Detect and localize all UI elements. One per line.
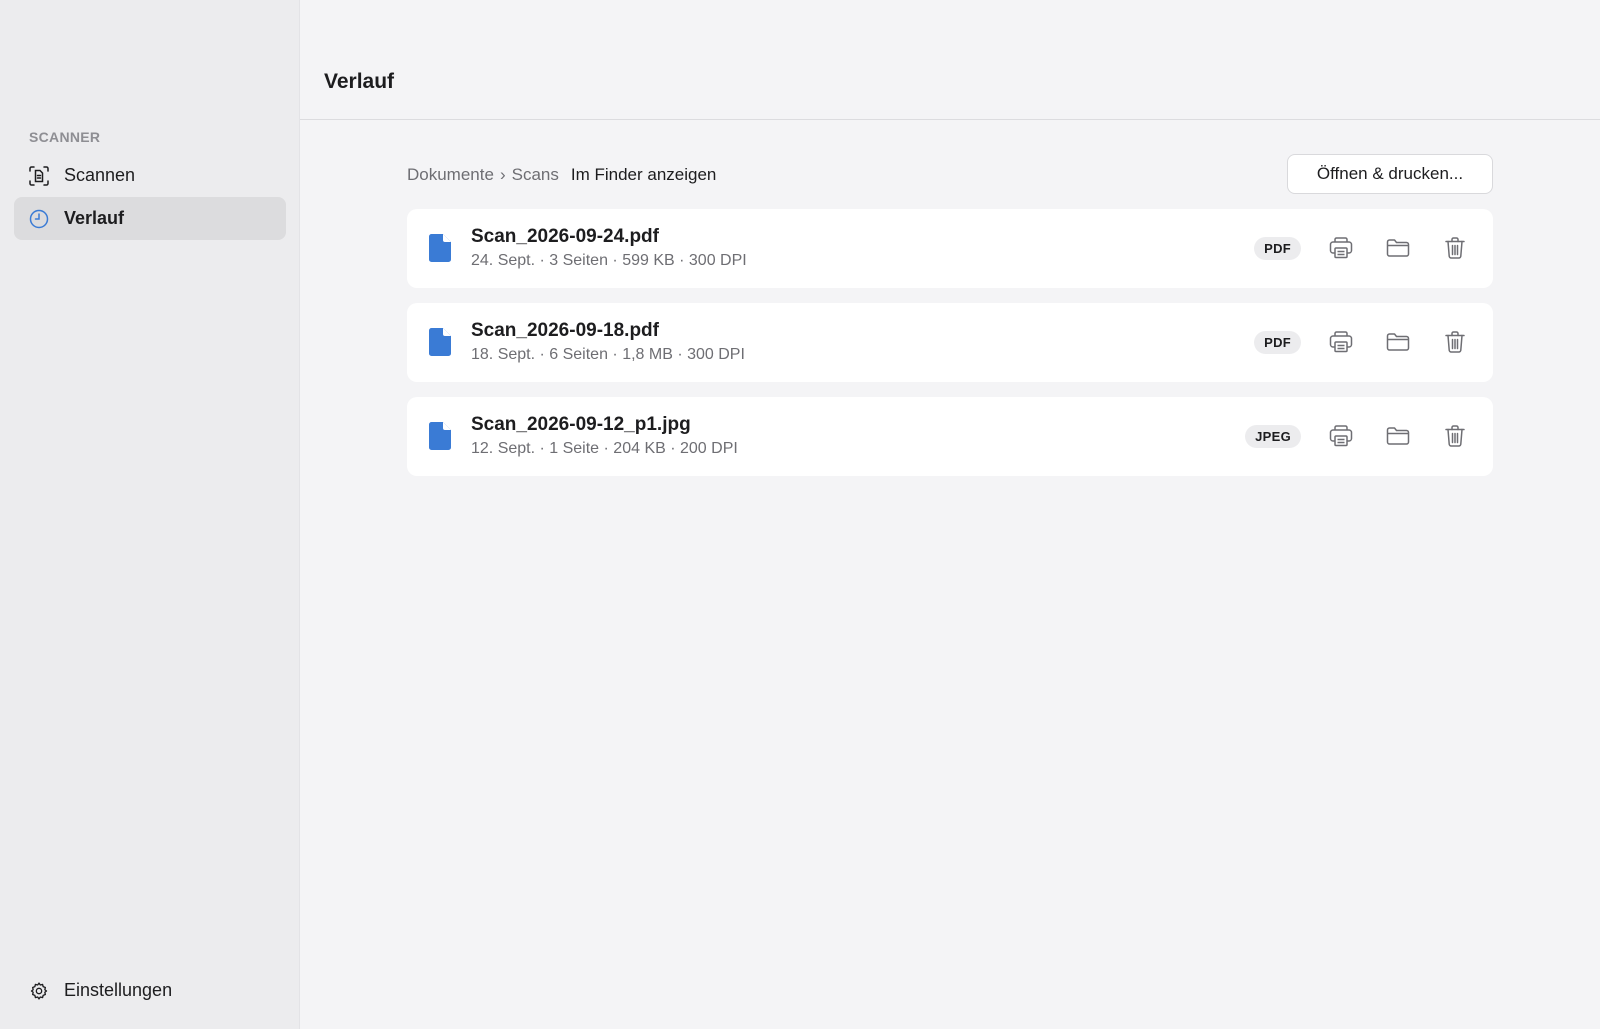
document-file-icon	[429, 422, 451, 450]
page-title: Verlauf	[324, 70, 395, 93]
show-in-finder-link[interactable]: Im Finder anzeigen	[571, 165, 717, 185]
print-button[interactable]	[1327, 328, 1355, 356]
scan-history-list: Scan_2026-09-24.pdf 24. Sept. · 3 Seiten…	[407, 209, 1493, 491]
folder-icon	[1386, 427, 1410, 445]
sidebar: SCANNER Scannen Verlauf Einstellungen	[0, 0, 300, 1029]
sidebar-item-label: Scannen	[64, 165, 136, 185]
document-file-icon	[429, 328, 451, 356]
folder-icon	[1386, 239, 1410, 257]
list-item[interactable]: Scan_2026-09-24.pdf 24. Sept. · 3 Seiten…	[407, 209, 1493, 288]
file-type-badge: JPEG	[1245, 425, 1301, 448]
file-name: Scan_2026-09-18.pdf	[471, 320, 659, 341]
trash-icon	[1445, 331, 1465, 353]
delete-button[interactable]	[1441, 328, 1469, 356]
file-meta: 24. Sept. · 3 Seiten · 599 KB · 300 DPI	[471, 252, 747, 269]
gear-icon	[28, 980, 50, 1002]
settings-button[interactable]: Einstellungen	[14, 969, 286, 1012]
printer-icon	[1329, 331, 1353, 353]
file-meta: 18. Sept. · 6 Seiten · 1,8 MB · 300 DPI	[471, 346, 745, 363]
file-type-badge: PDF	[1254, 237, 1301, 260]
breadcrumb-item-dokumente[interactable]: Dokumente	[407, 165, 494, 185]
clock-icon	[28, 208, 50, 230]
trash-icon	[1445, 425, 1465, 447]
sidebar-item-scannen[interactable]: Scannen	[14, 154, 286, 197]
sidebar-item-verlauf[interactable]: Verlauf	[14, 197, 286, 240]
trash-icon	[1445, 237, 1465, 259]
show-in-folder-button[interactable]	[1384, 328, 1412, 356]
breadcrumb-item-scans[interactable]: Scans	[512, 165, 559, 185]
file-meta: 12. Sept. · 1 Seite · 204 KB · 200 DPI	[471, 440, 738, 457]
breadcrumb-separator: ›	[499, 165, 506, 184]
show-in-folder-button[interactable]	[1384, 234, 1412, 262]
print-button[interactable]	[1327, 234, 1355, 262]
sidebar-item-label: Verlauf	[64, 208, 125, 228]
printer-icon	[1329, 425, 1353, 447]
delete-button[interactable]	[1441, 234, 1469, 262]
file-type-badge: PDF	[1254, 331, 1301, 354]
sidebar-section-label: SCANNER	[29, 129, 101, 145]
delete-button[interactable]	[1441, 422, 1469, 450]
open-and-print-button[interactable]: Öffnen & drucken...	[1287, 154, 1493, 194]
file-name: Scan_2026-09-12_p1.jpg	[471, 414, 691, 435]
document-scan-icon	[28, 165, 50, 187]
document-file-icon	[429, 234, 451, 262]
list-item[interactable]: Scan_2026-09-12_p1.jpg 12. Sept. · 1 Sei…	[407, 397, 1493, 476]
list-item[interactable]: Scan_2026-09-18.pdf 18. Sept. · 6 Seiten…	[407, 303, 1493, 382]
breadcrumb: Dokumente › Scans Im Finder anzeigen	[407, 164, 716, 186]
page-header: Verlauf	[300, 0, 1600, 120]
settings-label: Einstellungen	[64, 980, 173, 1000]
show-in-folder-button[interactable]	[1384, 422, 1412, 450]
print-button[interactable]	[1327, 422, 1355, 450]
file-name: Scan_2026-09-24.pdf	[471, 226, 659, 247]
printer-icon	[1329, 237, 1353, 259]
folder-icon	[1386, 333, 1410, 351]
